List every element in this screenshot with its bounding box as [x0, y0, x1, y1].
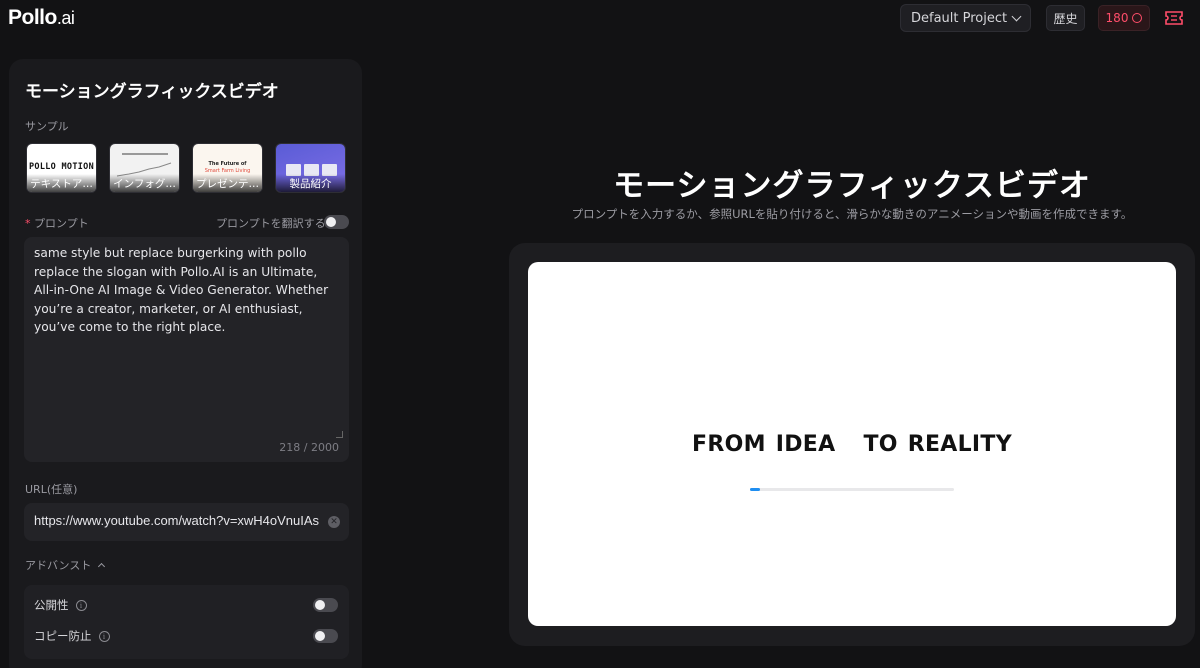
- credits-count: 180: [1105, 11, 1129, 25]
- chevron-down-icon: [1011, 11, 1022, 21]
- preview-caption: FROM IDEA TO REALITY: [528, 432, 1176, 457]
- info-icon[interactable]: i: [98, 630, 110, 642]
- sample-product-intro[interactable]: 製品紹介: [275, 143, 346, 193]
- sample-text-animation[interactable]: POLLO MOTION テキストア…: [26, 143, 97, 193]
- copy-protect-setting: コピー防止 i: [34, 628, 110, 644]
- video-preview[interactable]: FROM IDEA TO REALITY: [528, 262, 1176, 626]
- url-label: URL(任意): [25, 483, 78, 496]
- sample-caption: インフォグ…: [110, 174, 179, 192]
- page-title: モーショングラフィックスビデオ: [613, 168, 1091, 204]
- chevron-up-icon: [98, 562, 106, 571]
- preview-text-right: TO REALITY: [863, 432, 1012, 457]
- history-button[interactable]: 歴史: [1046, 5, 1085, 31]
- advanced-settings: 公開性 i コピー防止 i: [24, 585, 349, 659]
- preview-text-left: FROM IDEA: [692, 432, 836, 457]
- panel-title: モーショングラフィックスビデオ: [25, 82, 279, 102]
- clear-icon[interactable]: ✕: [328, 516, 340, 528]
- project-select-value: Default Project: [911, 10, 1008, 26]
- sample-thumb-text: POLLO MOTION: [28, 162, 94, 172]
- credits-button[interactable]: 180: [1098, 5, 1150, 31]
- logo-main: Pollo: [8, 6, 57, 29]
- sample-infographic[interactable]: インフォグ…: [109, 143, 180, 193]
- prompt-label: * プロンプト: [25, 215, 89, 231]
- url-input[interactable]: [34, 513, 319, 528]
- url-field[interactable]: ✕: [24, 503, 349, 541]
- translate-prompt-label: プロンプトを翻訳する: [216, 217, 326, 230]
- top-bar: Pollo.ai Default Project 歴史 180: [0, 0, 1200, 38]
- resize-handle[interactable]: [336, 431, 343, 438]
- prompt-textarea[interactable]: same style but replace burgerking with p…: [24, 237, 349, 462]
- char-count: 218 / 2000: [279, 441, 339, 454]
- copy-protect-label: コピー防止: [34, 629, 92, 643]
- generator-panel: モーショングラフィックスビデオ サンプル POLLO MOTION テキストア……: [9, 59, 362, 668]
- sample-thumb-text: The Future of: [208, 161, 247, 167]
- samples-list: POLLO MOTION テキストア… インフォグ… The Future of…: [26, 143, 346, 193]
- ticket-icon[interactable]: [1164, 10, 1184, 26]
- coin-icon: [1132, 13, 1143, 23]
- preview-progress-fill: [750, 488, 761, 491]
- project-select[interactable]: Default Project: [900, 4, 1031, 32]
- required-marker: *: [25, 217, 31, 230]
- samples-label: サンプル: [25, 120, 69, 133]
- prompt-text: same style but replace burgerking with p…: [34, 246, 332, 334]
- preview-progress-bar: [750, 488, 954, 491]
- public-label: 公開性: [34, 598, 69, 612]
- page-subtitle: プロンプトを入力するか、参照URLを貼り付けると、滑らかな動きのアニメーションや…: [571, 207, 1133, 221]
- sample-caption: テキストア…: [27, 174, 96, 192]
- sample-caption: 製品紹介: [276, 174, 345, 192]
- sample-presentation[interactable]: The Future of Smart Farm Living プレゼンテ…: [192, 143, 263, 193]
- sample-caption: プレゼンテ…: [193, 174, 262, 192]
- advanced-label: アドバンスト: [25, 559, 92, 572]
- advanced-toggle[interactable]: アドバンスト: [25, 557, 106, 573]
- preview-frame: FROM IDEA TO REALITY: [509, 243, 1195, 646]
- public-setting: 公開性 i: [34, 597, 87, 613]
- logo-suffix: .ai: [56, 8, 75, 28]
- copy-protect-toggle[interactable]: [313, 629, 338, 643]
- prompt-label-text: プロンプト: [34, 217, 89, 230]
- public-toggle[interactable]: [313, 598, 338, 612]
- thumb-title-line: [122, 153, 168, 155]
- info-icon[interactable]: i: [75, 599, 87, 611]
- translate-prompt-toggle[interactable]: [324, 215, 349, 229]
- logo[interactable]: Pollo.ai: [8, 6, 75, 30]
